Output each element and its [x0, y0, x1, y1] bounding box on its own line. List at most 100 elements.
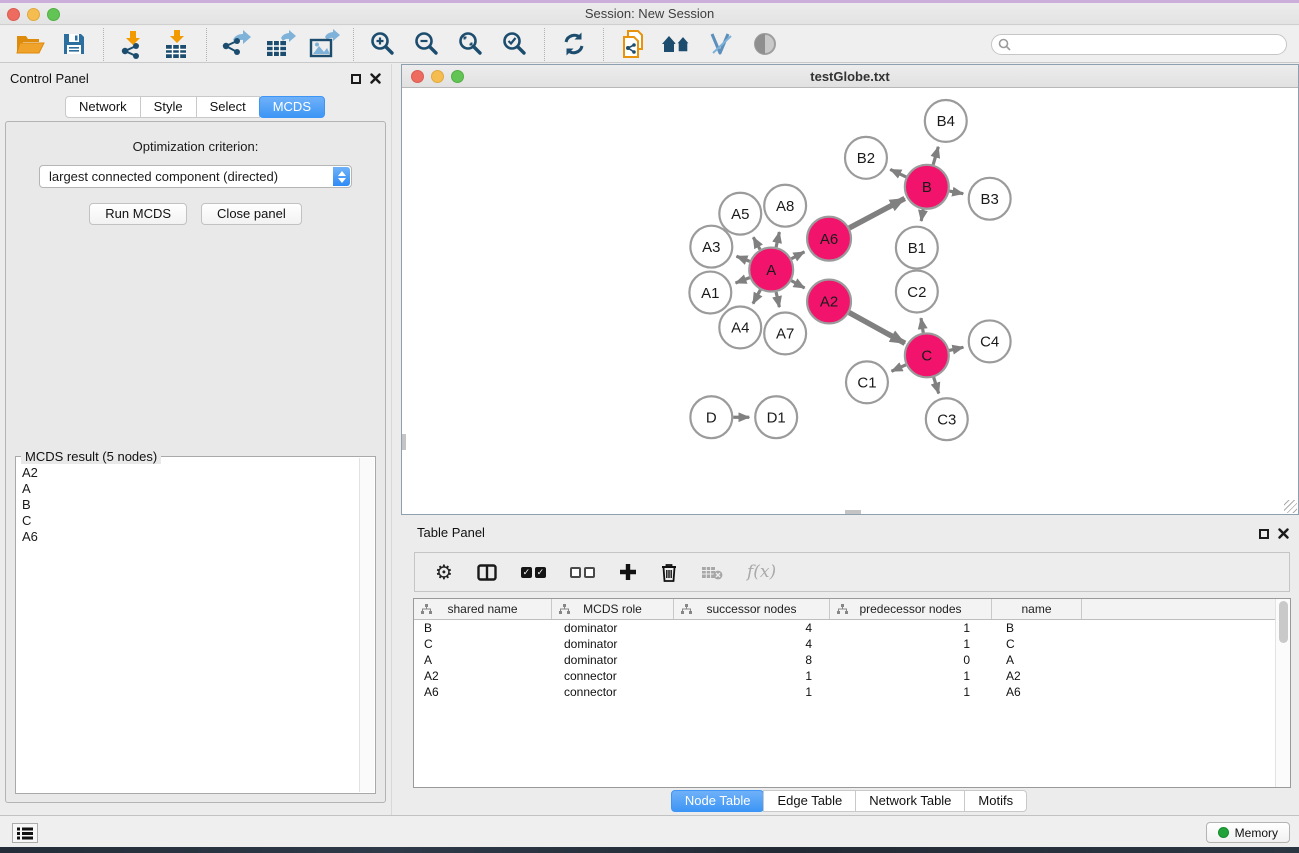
zoom-selected-button[interactable]: [495, 28, 535, 61]
select-all-checks-button[interactable]: ✓✓: [521, 567, 546, 578]
table-cell[interactable]: 0: [830, 652, 992, 668]
table-cell[interactable]: A: [414, 652, 552, 668]
table-cell[interactable]: C: [992, 636, 1082, 652]
mcds-result-item[interactable]: A6: [18, 529, 358, 545]
close-table-panel-icon[interactable]: [1278, 528, 1289, 539]
table-row[interactable]: Adominator80A: [414, 652, 1290, 668]
table-cell[interactable]: dominator: [552, 652, 674, 668]
graph-node-A1[interactable]: A1: [689, 272, 731, 314]
column-header-mcds-role[interactable]: MCDS role: [552, 599, 674, 619]
column-header-successor-nodes[interactable]: successor nodes: [674, 599, 830, 619]
table-options-button[interactable]: ⚙: [435, 562, 453, 582]
graph-node-B4[interactable]: B4: [925, 100, 967, 142]
table-row[interactable]: A6connector11A6: [414, 684, 1290, 700]
table-scrollbar[interactable]: [1275, 599, 1290, 787]
table-cell[interactable]: A6: [414, 684, 552, 700]
table-cell[interactable]: B: [992, 620, 1082, 636]
network-minimize-button[interactable]: [431, 70, 444, 83]
table-cell[interactable]: 1: [830, 620, 992, 636]
graph-edge-C-C4[interactable]: [949, 347, 963, 350]
table-cell[interactable]: 1: [674, 684, 830, 700]
zoom-window-button[interactable]: [47, 8, 60, 21]
tab-mcds[interactable]: MCDS: [259, 96, 325, 118]
tab-edge-table[interactable]: Edge Table: [763, 790, 856, 812]
table-cell[interactable]: dominator: [552, 636, 674, 652]
table-cell[interactable]: 4: [674, 620, 830, 636]
delete-column-button[interactable]: [661, 563, 677, 582]
show-graphics-details-button[interactable]: [701, 28, 741, 61]
graph-edge-A-A7[interactable]: [776, 292, 779, 307]
canvas-bottom-scroll-nub[interactable]: [845, 510, 861, 514]
tab-node-table[interactable]: Node Table: [671, 790, 765, 812]
network-zoom-button[interactable]: [451, 70, 464, 83]
table-cell[interactable]: connector: [552, 684, 674, 700]
graph-edge-B-B4[interactable]: [933, 147, 938, 165]
graph-edge-C-C3[interactable]: [934, 377, 939, 393]
table-cell[interactable]: 1: [830, 684, 992, 700]
graph-node-C2[interactable]: C2: [896, 271, 938, 313]
table-cell[interactable]: C: [414, 636, 552, 652]
network-close-button[interactable]: [411, 70, 424, 83]
graph-node-C4[interactable]: C4: [969, 320, 1011, 362]
table-cell[interactable]: 1: [674, 668, 830, 684]
table-cell[interactable]: connector: [552, 668, 674, 684]
duplicate-network-button[interactable]: [613, 28, 653, 61]
graph-node-B2[interactable]: B2: [845, 137, 887, 179]
export-network-button[interactable]: [216, 28, 256, 61]
function-builder-button[interactable]: f(x): [747, 562, 776, 582]
delete-table-button[interactable]: [701, 565, 723, 580]
column-header-shared-name[interactable]: shared name: [414, 599, 552, 619]
graph-node-A[interactable]: A: [749, 248, 793, 292]
column-header-predecessor-nodes[interactable]: predecessor nodes: [830, 599, 992, 619]
table-cell[interactable]: A2: [414, 668, 552, 684]
graph-edge-A-A2[interactable]: [791, 281, 804, 288]
first-neighbors-button[interactable]: [657, 28, 697, 61]
graph-node-D1[interactable]: D1: [755, 396, 797, 438]
table-row[interactable]: Bdominator41B: [414, 620, 1290, 636]
graph-edge-A-A5[interactable]: [753, 237, 760, 249]
minimize-window-button[interactable]: [27, 8, 40, 21]
import-network-button[interactable]: [113, 28, 153, 61]
open-session-button[interactable]: [10, 28, 50, 61]
table-cell[interactable]: 1: [830, 668, 992, 684]
mcds-result-item[interactable]: C: [18, 513, 358, 529]
graph-edge-B-B3[interactable]: [949, 191, 963, 194]
graph-edge-A6-B[interactable]: [849, 198, 904, 227]
export-table-button[interactable]: [260, 28, 300, 61]
canvas-left-scroll-nub[interactable]: [402, 434, 406, 450]
graph-edge-A-A4[interactable]: [753, 290, 760, 304]
graph-node-A5[interactable]: A5: [719, 193, 761, 235]
network-canvas[interactable]: AA1A2A3A4A5A6A7A8BB1B2B3B4CC1C2C3C4DD1: [402, 89, 1298, 514]
tab-network-table[interactable]: Network Table: [855, 790, 965, 812]
close-panel-button[interactable]: Close panel: [201, 203, 302, 225]
graph-edge-B-B2[interactable]: [890, 169, 906, 177]
run-mcds-button[interactable]: Run MCDS: [89, 203, 187, 225]
show-column-button[interactable]: [477, 564, 497, 581]
tab-select[interactable]: Select: [196, 96, 260, 118]
table-cell[interactable]: 8: [674, 652, 830, 668]
save-session-button[interactable]: [54, 28, 94, 61]
close-panel-icon[interactable]: [370, 73, 381, 84]
deselect-all-checks-button[interactable]: [570, 567, 595, 578]
mcds-result-item[interactable]: B: [18, 497, 358, 513]
add-column-button[interactable]: [619, 563, 637, 581]
search-input[interactable]: [991, 34, 1287, 55]
graph-edge-A-A8[interactable]: [776, 232, 779, 247]
graph-node-A2[interactable]: A2: [807, 280, 851, 324]
graph-node-C[interactable]: C: [905, 333, 949, 377]
graph-edge-A-A3[interactable]: [736, 256, 749, 261]
memory-button[interactable]: Memory: [1206, 822, 1290, 843]
mcds-result-item[interactable]: A2: [18, 465, 358, 481]
float-table-panel-icon[interactable]: [1259, 529, 1269, 539]
graph-node-C3[interactable]: C3: [926, 398, 968, 440]
table-row[interactable]: Cdominator41C: [414, 636, 1290, 652]
graph-edge-C-C1[interactable]: [892, 365, 906, 371]
graph-node-B1[interactable]: B1: [896, 227, 938, 269]
table-cell[interactable]: A: [992, 652, 1082, 668]
graph-node-A6[interactable]: A6: [807, 217, 851, 261]
table-cell[interactable]: 1: [830, 636, 992, 652]
table-cell[interactable]: A2: [992, 668, 1082, 684]
graph-node-A3[interactable]: A3: [690, 226, 732, 268]
criterion-select[interactable]: largest connected component (directed): [39, 165, 352, 188]
graph-node-B3[interactable]: B3: [969, 178, 1011, 220]
